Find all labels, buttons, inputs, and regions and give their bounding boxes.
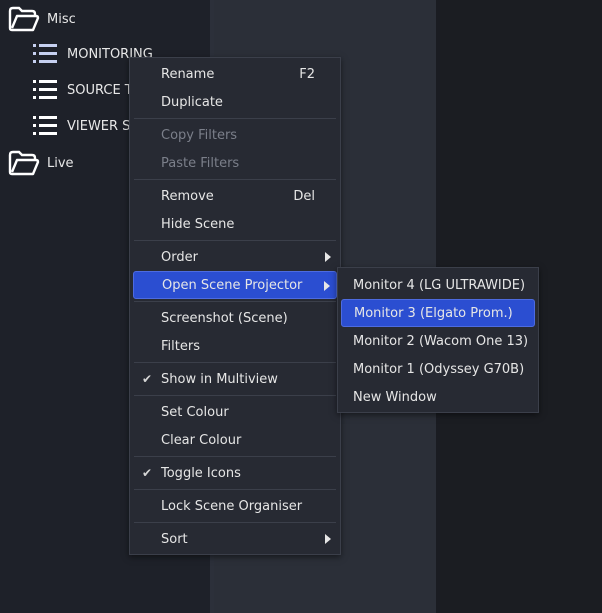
- checkmark-icon: ✔: [142, 372, 153, 386]
- menu-item-paste-filters: Paste Filters: [133, 149, 337, 177]
- list-icon: [33, 116, 57, 135]
- list-icon: [33, 44, 57, 63]
- menu-item-toggle-icons[interactable]: ✔ Toggle Icons: [133, 459, 337, 487]
- menu-item-hide-scene[interactable]: Hide Scene: [133, 210, 337, 238]
- menu-separator: [134, 118, 336, 119]
- menu-separator: [134, 179, 336, 180]
- menu-separator: [134, 456, 336, 457]
- menu-item-label: Lock Scene Organiser: [161, 498, 303, 514]
- menu-item-label: Set Colour: [161, 404, 229, 420]
- tree-folder-misc[interactable]: Misc: [8, 2, 76, 36]
- menu-item-label: Order: [161, 249, 198, 265]
- tree-item-label: SOURCE T: [67, 82, 133, 98]
- menu-item-label: New Window: [353, 389, 437, 405]
- submenu-item-monitor-2[interactable]: Monitor 2 (Wacom One 13): [341, 327, 535, 355]
- menu-item-label: Duplicate: [161, 94, 223, 110]
- menu-item-filters[interactable]: Filters: [133, 332, 337, 360]
- menu-item-label: Hide Scene: [161, 216, 235, 232]
- submenu-item-monitor-1[interactable]: Monitor 1 (Odyssey G70B): [341, 355, 535, 383]
- menu-item-label: Monitor 3 (Elgato Prom.): [354, 305, 513, 321]
- tree-item-label: Misc: [47, 11, 76, 27]
- scene-context-menu: Rename F2 Duplicate Copy Filters Paste F…: [129, 57, 341, 555]
- menu-item-label: Screenshot (Scene): [161, 310, 288, 326]
- menu-item-screenshot-scene[interactable]: Screenshot (Scene): [133, 304, 337, 332]
- menu-item-label: Sort: [161, 531, 188, 547]
- projector-submenu: Monitor 4 (LG ULTRAWIDE) Monitor 3 (Elga…: [337, 267, 539, 413]
- menu-separator: [134, 240, 336, 241]
- menu-item-copy-filters: Copy Filters: [133, 121, 337, 149]
- menu-item-label: Toggle Icons: [161, 465, 241, 481]
- menu-item-rename[interactable]: Rename F2: [133, 60, 337, 88]
- tree-scene-viewer[interactable]: VIEWER SC: [32, 109, 140, 143]
- menu-item-set-colour[interactable]: Set Colour: [133, 398, 337, 426]
- menu-separator: [134, 362, 336, 363]
- tree-item-label: Live: [47, 155, 74, 171]
- menu-separator: [134, 395, 336, 396]
- tree-folder-live[interactable]: Live: [8, 146, 74, 180]
- menu-item-label: Monitor 1 (Odyssey G70B): [353, 361, 525, 377]
- menu-item-duplicate[interactable]: Duplicate: [133, 88, 337, 116]
- menu-item-label: Remove: [161, 188, 214, 204]
- submenu-item-new-window[interactable]: New Window: [341, 383, 535, 411]
- submenu-item-monitor-4[interactable]: Monitor 4 (LG ULTRAWIDE): [341, 271, 535, 299]
- menu-item-label: Filters: [161, 338, 200, 354]
- menu-item-label: Monitor 2 (Wacom One 13): [353, 333, 529, 349]
- menu-item-label: Paste Filters: [161, 155, 240, 171]
- tree-scene-source[interactable]: SOURCE T: [32, 73, 133, 107]
- menu-item-label: Rename: [161, 66, 215, 82]
- menu-shortcut: F2: [299, 66, 315, 82]
- folder-open-icon: [8, 6, 40, 32]
- checkmark-icon: ✔: [142, 466, 153, 480]
- menu-item-label: Copy Filters: [161, 127, 238, 143]
- menu-item-show-in-multiview[interactable]: ✔ Show in Multiview: [133, 365, 337, 393]
- menu-separator: [134, 522, 336, 523]
- submenu-arrow-icon: [325, 534, 331, 544]
- list-icon: [33, 80, 57, 99]
- menu-shortcut: Del: [293, 188, 315, 204]
- menu-item-sort[interactable]: Sort: [133, 525, 337, 553]
- menu-item-remove[interactable]: Remove Del: [133, 182, 337, 210]
- menu-item-label: Show in Multiview: [161, 371, 278, 387]
- menu-item-lock-scene-organiser[interactable]: Lock Scene Organiser: [133, 492, 337, 520]
- submenu-arrow-icon: [324, 281, 330, 291]
- menu-item-label: Monitor 4 (LG ULTRAWIDE): [353, 277, 526, 293]
- menu-item-order[interactable]: Order: [133, 243, 337, 271]
- menu-item-clear-colour[interactable]: Clear Colour: [133, 426, 337, 454]
- menu-separator: [134, 301, 336, 302]
- menu-separator: [134, 489, 336, 490]
- submenu-arrow-icon: [325, 252, 331, 262]
- menu-item-label: Clear Colour: [161, 432, 242, 448]
- submenu-item-monitor-3[interactable]: Monitor 3 (Elgato Prom.): [341, 299, 535, 327]
- menu-item-label: Open Scene Projector: [162, 277, 303, 293]
- folder-open-icon: [8, 150, 40, 176]
- menu-item-open-scene-projector[interactable]: Open Scene Projector: [133, 271, 337, 299]
